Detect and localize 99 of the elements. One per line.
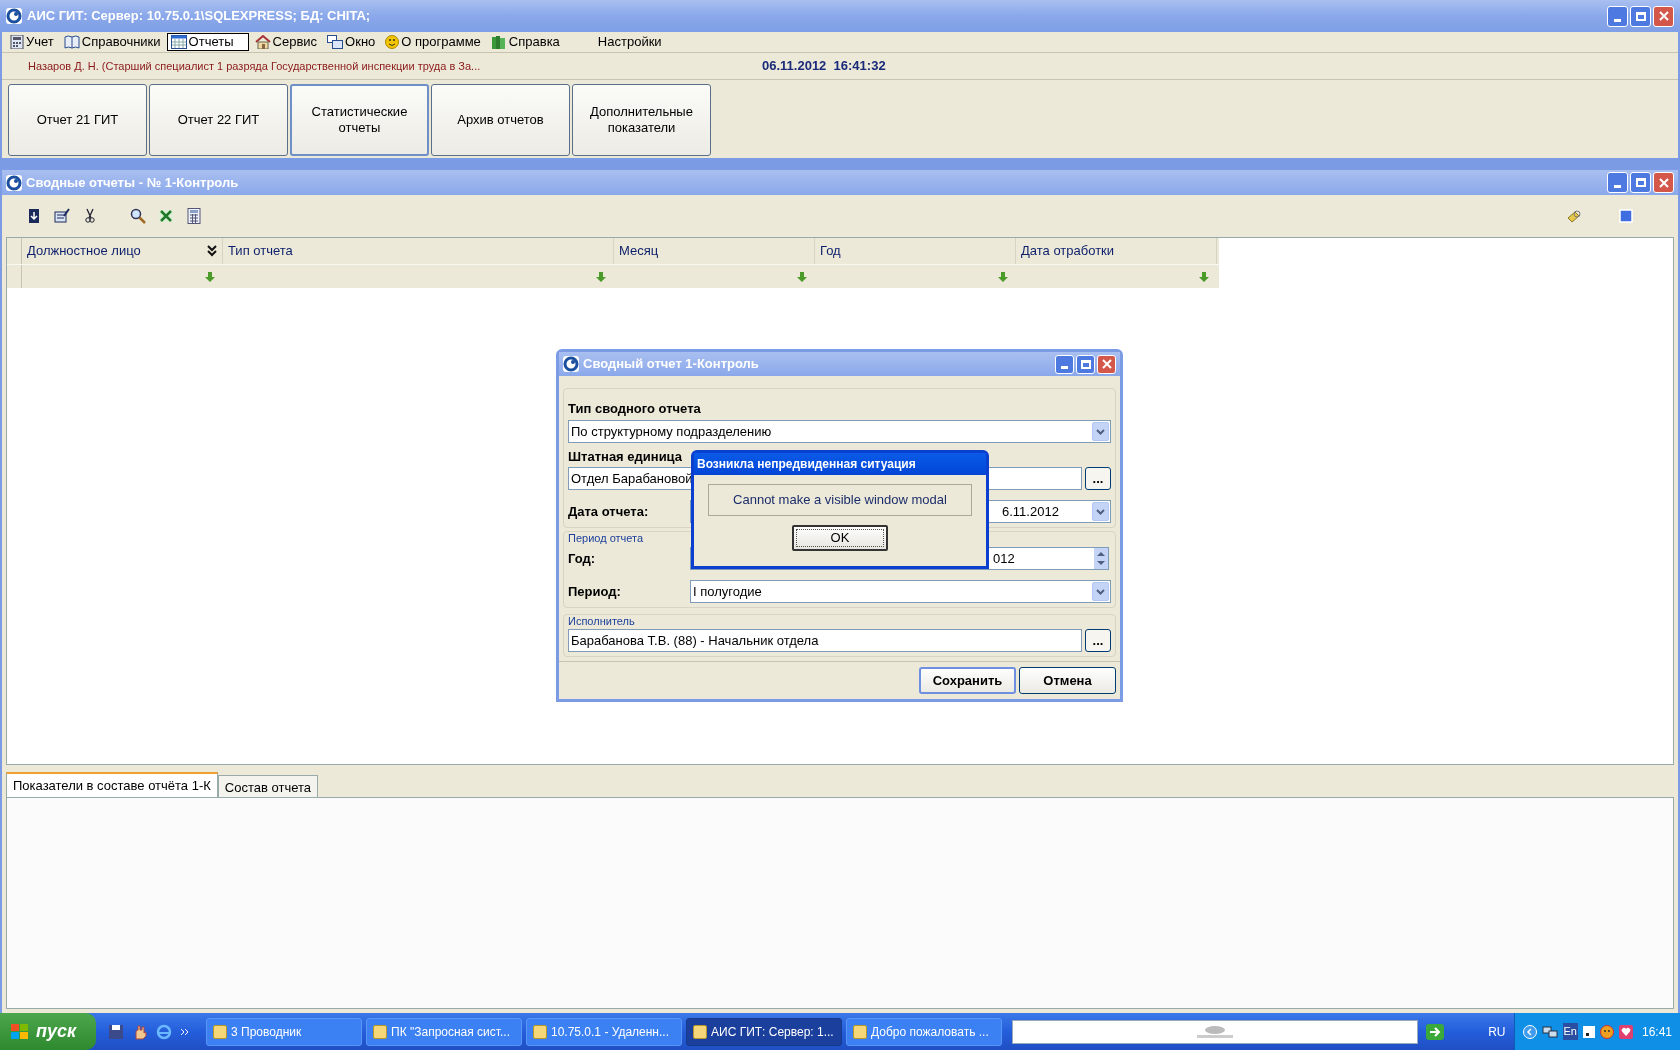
close-icon [1658, 11, 1669, 21]
windows-logo-icon [10, 1022, 30, 1041]
window-icon[interactable] [1618, 208, 1634, 224]
heart-icon[interactable] [1618, 1024, 1633, 1039]
minimize-button[interactable] [1055, 354, 1074, 374]
minimize-button[interactable] [1607, 172, 1628, 193]
close-icon [1658, 177, 1669, 188]
filter-arrow-icon[interactable] [998, 271, 1008, 282]
ok-button[interactable]: OK [792, 525, 888, 551]
menu-item[interactable]: О программе [381, 33, 485, 51]
menu-item[interactable]: Сервис [250, 33, 322, 51]
books-icon [490, 35, 507, 49]
filter-arrow-icon[interactable] [1199, 271, 1209, 282]
menu-item[interactable]: Справочники [59, 33, 165, 51]
scissors-icon[interactable] [82, 208, 98, 224]
close-button[interactable] [1653, 5, 1674, 27]
search-icon[interactable] [130, 208, 146, 224]
filter-arrow-icon[interactable] [596, 271, 606, 282]
window-icon [693, 1024, 707, 1039]
nav-button[interactable]: Отчет 22 ГИТ [149, 84, 288, 156]
minimize-button[interactable] [1607, 5, 1628, 27]
field-label: Период: [568, 582, 622, 601]
edit-icon[interactable] [54, 208, 70, 224]
window-title: АИС ГИТ: Сервер: 10.75.0.1\SQLEXPRESS; БД: CHITA; [27, 7, 372, 26]
dialog-title: Сводный отчет 1-Контроль [583, 355, 760, 374]
window-icon [213, 1024, 227, 1039]
hand-icon[interactable] [132, 1023, 148, 1040]
app-icon [6, 8, 22, 24]
language-indicator[interactable]: RU [1480, 1022, 1514, 1041]
network-icon[interactable] [1541, 1024, 1558, 1039]
close-button[interactable] [1097, 354, 1116, 374]
close-icon [1101, 359, 1112, 369]
menu-item[interactable]: Настройки [593, 33, 666, 51]
spinner-arrows-icon[interactable] [1094, 548, 1108, 569]
calculator-icon [10, 35, 24, 49]
nav-button[interactable]: Статистические отчеты [290, 84, 429, 156]
house-icon [254, 35, 271, 49]
group-label: Период отчета [568, 532, 644, 545]
child-window-title: Сводные отчеты - № 1-Контроль [26, 173, 240, 192]
taskbar-button[interactable]: Добро пожаловать ... [846, 1017, 1002, 1046]
taskbar-button[interactable]: ПК "Запросная сист... [366, 1017, 522, 1046]
date-time: 06.11.2012 16:41:32 [762, 57, 886, 76]
search-bar[interactable] [1012, 1019, 1418, 1044]
nav-button[interactable]: Дополнительные показатели [572, 84, 711, 156]
group-label: Исполнитель [568, 615, 635, 628]
error-message: Cannot make a visible window modal [708, 484, 972, 516]
tray-icon[interactable] [1582, 1025, 1595, 1038]
go-arrow-icon[interactable] [1426, 1023, 1444, 1040]
field-label: Год: [568, 549, 597, 568]
dialog-button[interactable]: Сохранить [919, 667, 1016, 694]
app-icon [6, 174, 22, 191]
spreadsheet-icon[interactable] [158, 208, 174, 224]
maximize-button[interactable] [1630, 172, 1651, 193]
windows-icon [327, 35, 344, 49]
calendar-icon [170, 35, 187, 49]
user-info: Назаров Д. Н. (Старший специалист 1 разряда Государственной инспекции труда в За... [27, 58, 482, 74]
browse-button[interactable]: ... [1085, 467, 1111, 490]
chevron-icon[interactable] [1522, 1024, 1537, 1039]
window-icon [533, 1024, 547, 1039]
clock: 16:41 [1640, 1023, 1672, 1041]
field-label: Дата отчета: [568, 502, 650, 521]
nav-button[interactable]: Архив отчетов [431, 84, 570, 156]
app-icon [563, 356, 579, 372]
book-icon [63, 35, 80, 49]
field-label: Тип сводного отчета [568, 401, 701, 417]
filter-arrow-icon[interactable] [205, 271, 215, 282]
field-label: Штатная единица [568, 449, 682, 465]
period-dropdown[interactable]: I полугодие [690, 580, 1111, 603]
dialog-button[interactable]: Отмена [1019, 667, 1116, 694]
maximize-button[interactable] [1076, 354, 1095, 374]
taskbar-button[interactable]: АИС ГИТ: Сервер: 1... [686, 1017, 842, 1046]
nav-button[interactable]: Отчет 21 ГИТ [8, 84, 147, 156]
taskbar-button[interactable]: 10.75.0.1 - Удаленн... [526, 1017, 682, 1046]
pin-icon[interactable] [1566, 208, 1582, 224]
menu-item[interactable]: Справка [486, 33, 564, 51]
browser-icon[interactable] [156, 1023, 172, 1040]
menu-item[interactable]: Окно [323, 33, 380, 51]
floppy-icon[interactable] [108, 1023, 124, 1040]
window-icon [853, 1024, 867, 1039]
menu-item[interactable]: Отчеты [166, 33, 249, 51]
executor-field[interactable]: Барабанова Т.В. (88) - Начальник отдела [568, 629, 1082, 652]
report-type-dropdown[interactable]: По структурному подразделению [568, 420, 1111, 443]
window-icon [373, 1024, 387, 1039]
browse-button[interactable]: ... [1085, 629, 1111, 652]
keyboard-indicator[interactable]: En [1562, 1023, 1578, 1040]
smiley-icon[interactable] [1599, 1024, 1614, 1039]
tab[interactable]: Показатели в составе отчёта 1-К [6, 772, 218, 797]
close-button[interactable] [1653, 172, 1674, 193]
filter-arrow-icon[interactable] [797, 271, 807, 282]
tab[interactable]: Состав отчета [217, 775, 318, 797]
error-title: Возникла непредвиденная ситуация [697, 456, 916, 473]
save-icon[interactable] [26, 208, 42, 224]
taskbar-button[interactable]: 3 Проводник [206, 1017, 362, 1046]
menu-item[interactable]: Учет [6, 33, 58, 51]
maximize-button[interactable] [1630, 5, 1651, 27]
expand-icon[interactable] [207, 245, 217, 257]
smiley-icon [385, 35, 400, 49]
start-button[interactable]: пуск [0, 1013, 96, 1050]
calculator-icon[interactable] [186, 208, 202, 224]
